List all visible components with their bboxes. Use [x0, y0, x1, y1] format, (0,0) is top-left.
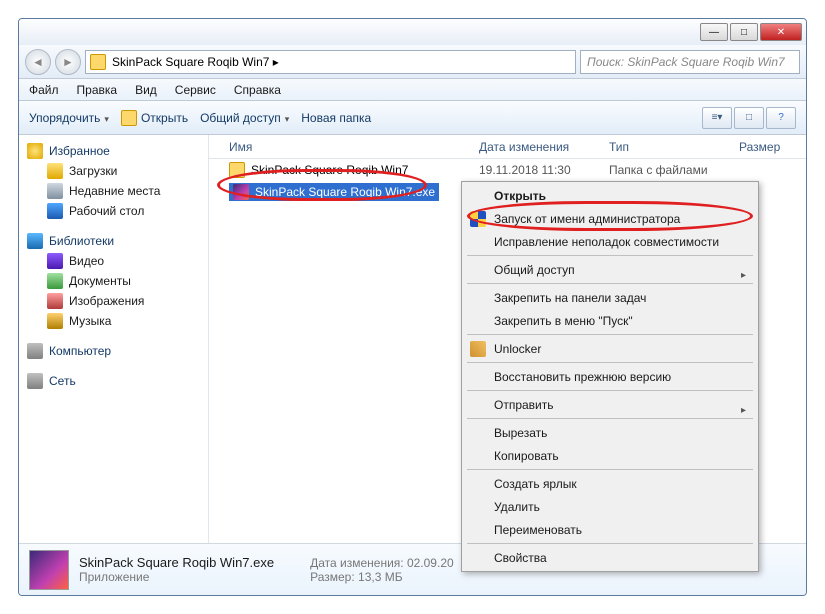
- column-headers: Имя Дата изменения Тип Размер: [209, 135, 806, 159]
- sidebar-item-recent[interactable]: Недавние места: [19, 181, 208, 201]
- separator: [467, 543, 753, 544]
- ctx-unlocker[interactable]: Unlocker: [464, 337, 756, 360]
- shield-icon: [470, 211, 486, 227]
- file-row[interactable]: SkinPack Square Roqib Win7 19.11.2018 11…: [209, 159, 806, 181]
- col-size[interactable]: Размер: [739, 140, 806, 154]
- sidebar: Избранное Загрузки Недавние места Рабочи…: [19, 135, 209, 543]
- ctx-pinstart[interactable]: Закрепить в меню "Пуск": [464, 309, 756, 332]
- help-button[interactable]: ?: [766, 107, 796, 129]
- close-button[interactable]: ✕: [760, 23, 802, 41]
- toolbar: Упорядочить Открыть Общий доступ Новая п…: [19, 101, 806, 135]
- organize-button[interactable]: Упорядочить: [29, 111, 109, 125]
- sidebar-item-music[interactable]: Музыка: [19, 311, 208, 331]
- ctx-share[interactable]: Общий доступ: [464, 258, 756, 281]
- col-name[interactable]: Имя: [209, 140, 479, 154]
- separator: [467, 283, 753, 284]
- sidebar-item-desktop[interactable]: Рабочий стол: [19, 201, 208, 221]
- exe-icon: [233, 184, 249, 200]
- ctx-copy[interactable]: Копировать: [464, 444, 756, 467]
- ctx-pintaskbar[interactable]: Закрепить на панели задач: [464, 286, 756, 309]
- col-type[interactable]: Тип: [609, 140, 739, 154]
- ctx-delete[interactable]: Удалить: [464, 495, 756, 518]
- menu-edit[interactable]: Правка: [77, 83, 118, 97]
- ctx-restore[interactable]: Восстановить прежнюю версию: [464, 365, 756, 388]
- preview-pane-button[interactable]: □: [734, 107, 764, 129]
- separator: [467, 362, 753, 363]
- details-meta: Дата изменения: 02.09.20 Размер: 13,3 МБ: [310, 556, 454, 584]
- folder-icon: [229, 162, 245, 178]
- menu-view[interactable]: Вид: [135, 83, 157, 97]
- navbar: ◄ ► SkinPack Square Roqib Win7 ▸ Поиск: …: [19, 45, 806, 79]
- images-icon: [47, 293, 63, 309]
- open-icon: [121, 110, 137, 126]
- view-buttons: ≡▾ □ ?: [702, 107, 796, 129]
- sidebar-favorites[interactable]: Избранное: [19, 141, 208, 161]
- sidebar-item-video[interactable]: Видео: [19, 251, 208, 271]
- menu-file[interactable]: Файл: [29, 83, 59, 97]
- separator: [467, 334, 753, 335]
- forward-button[interactable]: ►: [55, 49, 81, 75]
- address-path: SkinPack Square Roqib Win7 ▸: [112, 55, 279, 69]
- computer-icon: [27, 343, 43, 359]
- network-icon: [27, 373, 43, 389]
- details-title: SkinPack Square Roqib Win7.exe: [79, 555, 274, 570]
- ctx-shortcut[interactable]: Создать ярлык: [464, 472, 756, 495]
- music-icon: [47, 313, 63, 329]
- maximize-button[interactable]: □: [730, 23, 758, 41]
- ctx-compat[interactable]: Исправление неполадок совместимости: [464, 230, 756, 253]
- star-icon: [27, 143, 43, 159]
- search-placeholder: Поиск: SkinPack Square Roqib Win7: [587, 55, 785, 69]
- file-thumbnail: [29, 550, 69, 590]
- wand-icon: [470, 341, 486, 357]
- context-menu: Открыть Запуск от имени администратора И…: [461, 181, 759, 572]
- separator: [467, 255, 753, 256]
- menu-tools[interactable]: Сервис: [175, 83, 216, 97]
- explorer-window: — □ ✕ ◄ ► SkinPack Square Roqib Win7 ▸ П…: [18, 18, 807, 596]
- body: Избранное Загрузки Недавние места Рабочи…: [19, 135, 806, 543]
- video-icon: [47, 253, 63, 269]
- file-list: Имя Дата изменения Тип Размер SkinPack S…: [209, 135, 806, 543]
- menubar: Файл Правка Вид Сервис Справка: [19, 79, 806, 101]
- ctx-runas[interactable]: Запуск от имени администратора: [464, 207, 756, 230]
- downloads-icon: [47, 163, 63, 179]
- desktop-icon: [47, 203, 63, 219]
- separator: [467, 469, 753, 470]
- documents-icon: [47, 273, 63, 289]
- sidebar-libraries[interactable]: Библиотеки: [19, 231, 208, 251]
- ctx-open[interactable]: Открыть: [464, 184, 756, 207]
- ctx-props[interactable]: Свойства: [464, 546, 756, 569]
- menu-help[interactable]: Справка: [234, 83, 281, 97]
- separator: [467, 390, 753, 391]
- col-date[interactable]: Дата изменения: [479, 140, 609, 154]
- sidebar-computer[interactable]: Компьютер: [19, 341, 208, 361]
- share-button[interactable]: Общий доступ: [200, 111, 289, 125]
- newfolder-button[interactable]: Новая папка: [301, 111, 371, 125]
- details-type: Приложение: [79, 570, 274, 584]
- separator: [467, 418, 753, 419]
- sidebar-item-documents[interactable]: Документы: [19, 271, 208, 291]
- ctx-rename[interactable]: Переименовать: [464, 518, 756, 541]
- back-button[interactable]: ◄: [25, 49, 51, 75]
- ctx-cut[interactable]: Вырезать: [464, 421, 756, 444]
- open-button[interactable]: Открыть: [121, 110, 188, 126]
- view-mode-button[interactable]: ≡▾: [702, 107, 732, 129]
- minimize-button[interactable]: —: [700, 23, 728, 41]
- address-bar[interactable]: SkinPack Square Roqib Win7 ▸: [85, 50, 576, 74]
- libraries-icon: [27, 233, 43, 249]
- sidebar-item-downloads[interactable]: Загрузки: [19, 161, 208, 181]
- sidebar-item-images[interactable]: Изображения: [19, 291, 208, 311]
- ctx-sendto[interactable]: Отправить: [464, 393, 756, 416]
- search-input[interactable]: Поиск: SkinPack Square Roqib Win7: [580, 50, 800, 74]
- sidebar-network[interactable]: Сеть: [19, 371, 208, 391]
- recent-icon: [47, 183, 63, 199]
- folder-icon: [90, 54, 106, 70]
- titlebar: — □ ✕: [19, 19, 806, 45]
